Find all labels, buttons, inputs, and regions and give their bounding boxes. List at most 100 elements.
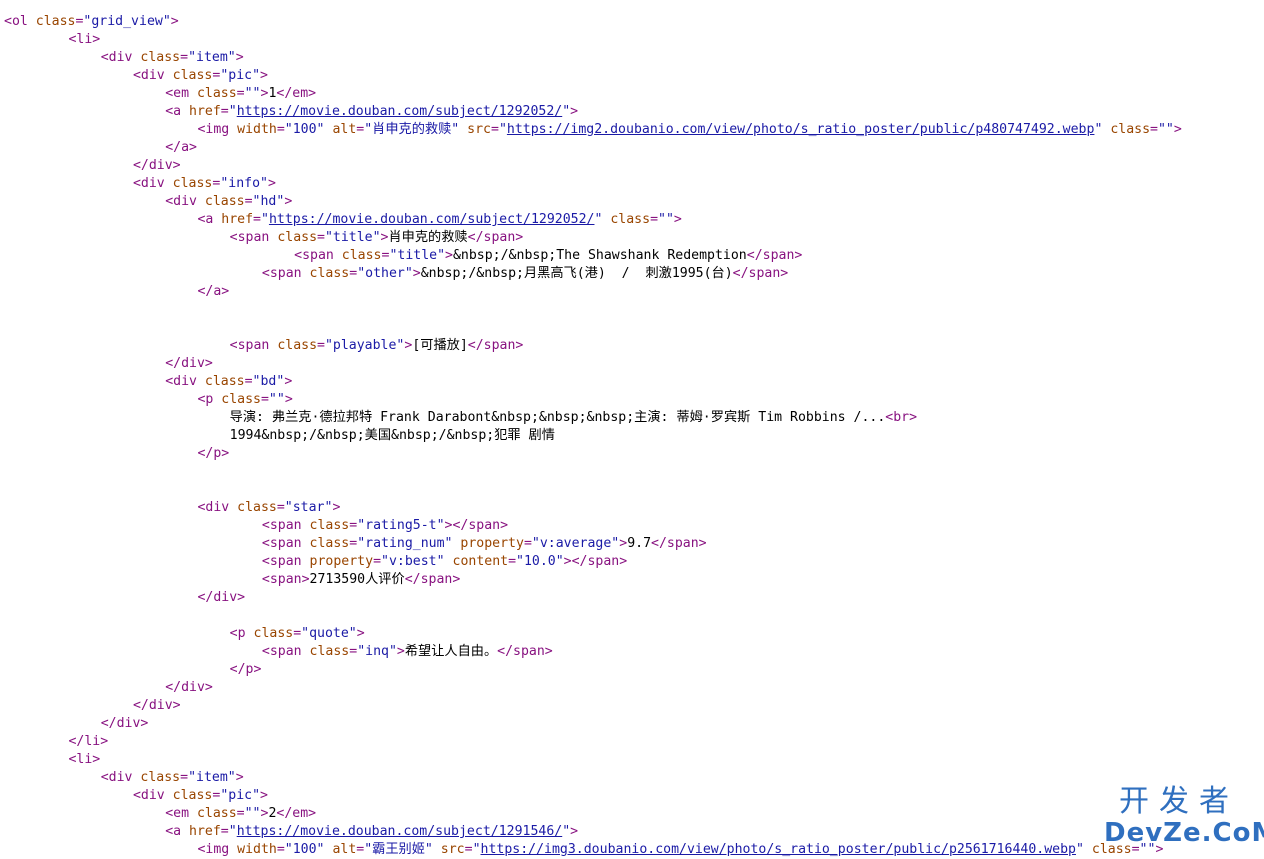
tag-token: <a: [197, 212, 222, 227]
source-line: <span class="inq">希望让人自由。</span>: [262, 643, 553, 661]
attr-value: "hd": [252, 194, 285, 209]
tag-token: <div: [165, 194, 205, 209]
tag-token: <span: [261, 518, 310, 533]
source-line: <ol class="grid_view">: [4, 13, 179, 31]
tag-token: <p: [197, 392, 222, 407]
tag-token: </p>: [197, 446, 230, 461]
tag-token: =: [276, 842, 285, 857]
tag-token: >: [570, 824, 579, 839]
source-line: <span class="rating5-t"></span>: [262, 517, 508, 535]
source-link[interactable]: https://movie.douban.com/subject/1291546…: [237, 824, 563, 839]
source-link[interactable]: https://img3.doubanio.com/view/photo/s_r…: [481, 842, 1076, 857]
tag-token: >: [412, 266, 421, 281]
source-link[interactable]: https://movie.douban.com/subject/1292052…: [237, 104, 563, 119]
attr-name: class: [196, 806, 237, 821]
attr-name: alt: [332, 842, 357, 857]
tag-token: =: [464, 842, 473, 857]
attr-value: ": [562, 824, 571, 839]
source-line: </div>: [197, 589, 245, 607]
source-line: </div>: [165, 355, 213, 373]
source-line: <span class="title">&nbsp;/&nbsp;The Sha…: [294, 247, 802, 265]
tag-token: <span: [261, 536, 310, 551]
text-content: 希望让人自由。: [404, 644, 498, 659]
source-line: <img width="100" alt="霸王别姬" src="https:/…: [197, 841, 1163, 859]
tag-token: ></span>: [563, 554, 628, 569]
attr-value: ": [472, 842, 481, 857]
attr-name: class: [172, 68, 213, 83]
tag-token: <div: [132, 68, 173, 83]
tag-token: >: [284, 392, 293, 407]
tag-token: >: [445, 248, 453, 263]
tag-token: <br>: [885, 410, 918, 425]
source-line: </a>: [197, 283, 229, 301]
attr-value: "霸王别姬": [364, 842, 441, 857]
attr-value: ": [1094, 122, 1111, 137]
attr-value: "star": [284, 500, 333, 515]
tag-token: </em>: [276, 86, 317, 101]
source-line: <p class="">: [197, 391, 292, 409]
attr-name: class: [277, 230, 318, 245]
attr-value: ": [260, 212, 269, 227]
source-line: <span class="rating_num" property="v:ave…: [262, 535, 707, 553]
attr-name: class: [237, 500, 277, 515]
tag-token: =: [220, 104, 229, 119]
tag-token: >: [380, 230, 389, 245]
source-line: <li>: [68, 751, 100, 769]
tag-token: <div: [132, 176, 173, 191]
source-line: <em class="">1</em>: [165, 85, 316, 103]
tag-token: </div>: [132, 158, 181, 173]
tag-token: <img: [197, 122, 238, 137]
text-content: 9.7: [627, 536, 652, 551]
tag-token: <span: [294, 248, 342, 263]
source-link[interactable]: https://movie.douban.com/subject/1292052…: [269, 212, 595, 227]
attr-value: "playable": [324, 338, 405, 353]
attr-name: class: [172, 176, 213, 191]
attr-name: class: [204, 194, 245, 209]
source-line: <div class="info">: [133, 175, 276, 193]
source-line: <div class="hd">: [165, 193, 292, 211]
tag-token: =: [349, 536, 358, 551]
tag-token: </li>: [68, 734, 109, 749]
attr-value: "item": [188, 770, 236, 785]
tag-token: <span>: [261, 572, 310, 587]
attr-value: "": [658, 212, 674, 227]
attr-name: class: [341, 248, 382, 263]
tag-token: <div: [100, 50, 141, 65]
attr-name: href: [189, 824, 221, 839]
attr-value: "100": [284, 122, 333, 137]
tag-token: </div>: [165, 680, 213, 695]
tag-token: >: [260, 68, 268, 83]
attr-name: class: [309, 266, 350, 281]
attr-name: property: [309, 554, 374, 569]
attr-value: ": [228, 104, 237, 119]
source-line: <span class="playable">[可播放]</span>: [230, 337, 524, 355]
tag-token: <div: [132, 788, 173, 803]
attr-value: "rating5-t": [357, 518, 445, 533]
tag-token: >: [396, 644, 405, 659]
tag-token: <span: [261, 644, 310, 659]
html-source-view: <ol class="grid_view"> <li> <div class="it…: [0, 0, 1264, 859]
tag-token: >: [570, 104, 579, 119]
source-line: 导演: 弗兰克·德拉邦特 Frank Darabont&nbsp;&nbsp;&…: [230, 409, 917, 427]
attr-name: class: [309, 518, 350, 533]
tag-token: </div>: [197, 590, 246, 605]
tag-token: <span: [261, 554, 310, 569]
tag-token: </div>: [165, 356, 213, 371]
source-line: <p class="quote">: [230, 625, 365, 643]
tag-token: </span>: [404, 572, 461, 587]
source-link[interactable]: https://img2.doubanio.com/view/photo/s_r…: [507, 122, 1095, 137]
source-line: <li>: [68, 31, 100, 49]
tag-token: =: [373, 554, 382, 569]
tag-token: =: [317, 230, 325, 245]
attr-value: "title": [324, 230, 381, 245]
tag-token: </p>: [229, 662, 262, 677]
tag-token: <span: [261, 266, 310, 281]
attr-value: "bd": [252, 374, 285, 389]
attr-value: "pic": [220, 788, 261, 803]
tag-token: <em: [165, 806, 197, 821]
tag-token: <img: [197, 842, 238, 857]
tag-token: </span>: [467, 338, 524, 353]
tag-token: <div: [165, 374, 205, 389]
source-line: <img width="100" alt="肖申克的救赎" src="https…: [197, 121, 1181, 139]
tag-token: >: [235, 50, 244, 65]
